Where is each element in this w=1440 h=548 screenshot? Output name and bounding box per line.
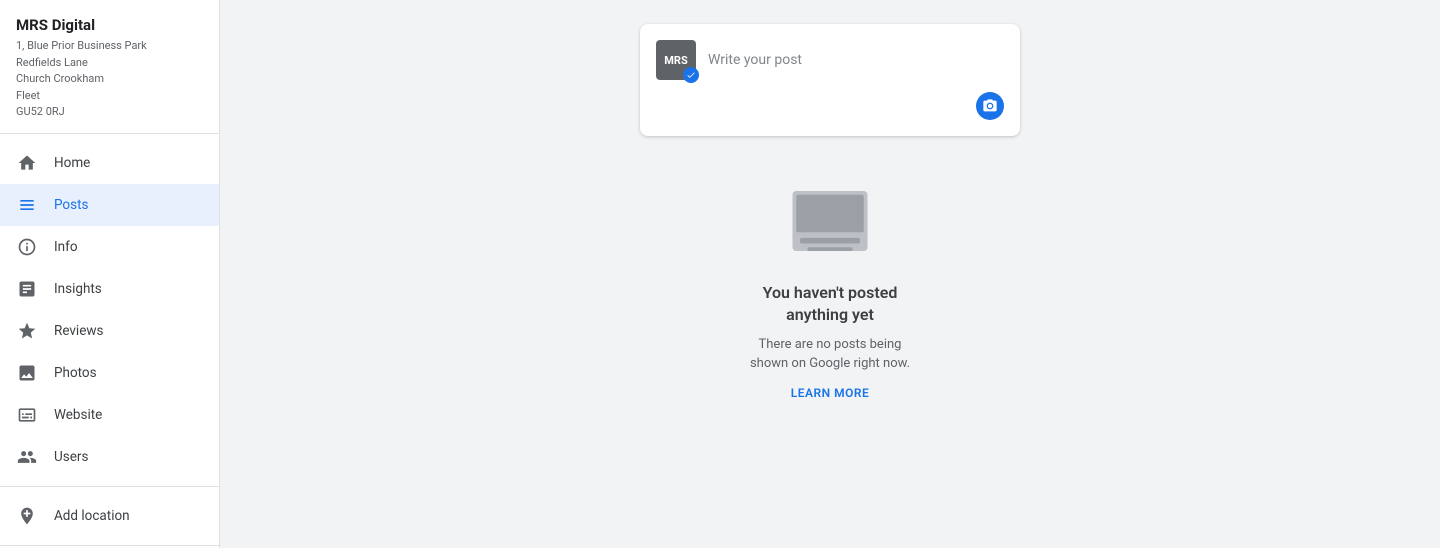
sidebar-item-website[interactable]: Website [0, 394, 219, 436]
sidebar-item-users-label: Users [54, 449, 88, 465]
reviews-icon [16, 320, 38, 342]
sidebar-item-users[interactable]: Users [0, 436, 219, 478]
photos-icon [16, 362, 38, 384]
post-card: MRS Write your post [640, 24, 1020, 136]
info-icon [16, 236, 38, 258]
empty-state: You haven't postedanything yet There are… [750, 176, 910, 400]
sidebar-item-photos-label: Photos [54, 365, 97, 381]
sidebar-item-add-location-label: Add location [54, 508, 130, 524]
sidebar-item-info[interactable]: Info [0, 226, 219, 268]
sidebar-item-insights[interactable]: Insights [0, 268, 219, 310]
post-placeholder[interactable]: Write your post [708, 52, 1004, 68]
sidebar-item-home-label: Home [54, 155, 90, 171]
sidebar-item-home[interactable]: Home [0, 142, 219, 184]
avatar-text: MRS [664, 54, 687, 67]
sidebar-item-insights-label: Insights [54, 281, 102, 297]
learn-more-link[interactable]: LEARN MORE [791, 386, 870, 400]
website-icon [16, 404, 38, 426]
main-content: MRS Write your post You haven' [220, 0, 1440, 548]
business-info: MRS Digital 1, Blue Prior Business Park … [0, 0, 219, 134]
sidebar-item-posts[interactable]: Posts [0, 184, 219, 226]
business-address: 1, Blue Prior Business Park Redfields La… [16, 38, 203, 121]
sidebar-item-website-label: Website [54, 407, 102, 423]
verified-badge [683, 67, 699, 83]
posts-icon [16, 194, 38, 216]
nav-section: Home Posts Info Insights [0, 134, 219, 545]
users-icon [16, 446, 38, 468]
avatar-container: MRS [656, 40, 696, 80]
sidebar-item-info-label: Info [54, 239, 78, 255]
empty-state-subtitle: There are no posts beingshown on Google … [750, 335, 910, 374]
insights-icon [16, 278, 38, 300]
business-name: MRS Digital [16, 16, 203, 34]
empty-state-title: You haven't postedanything yet [763, 282, 898, 327]
nav-divider [0, 486, 219, 487]
home-icon [16, 152, 38, 174]
camera-button[interactable] [976, 92, 1004, 120]
add-location-icon [16, 505, 38, 527]
post-input-row: MRS Write your post [656, 40, 1004, 80]
nav-bottom: All locations Switch business accounts [0, 545, 219, 548]
sidebar-item-posts-label: Posts [54, 197, 88, 213]
sidebar-item-add-location[interactable]: Add location [0, 495, 219, 537]
sidebar-item-reviews[interactable]: Reviews [0, 310, 219, 352]
post-actions-row [656, 92, 1004, 120]
sidebar-item-photos[interactable]: Photos [0, 352, 219, 394]
sidebar-item-reviews-label: Reviews [54, 323, 104, 339]
sidebar: MRS Digital 1, Blue Prior Business Park … [0, 0, 220, 548]
empty-state-icon [785, 176, 875, 266]
